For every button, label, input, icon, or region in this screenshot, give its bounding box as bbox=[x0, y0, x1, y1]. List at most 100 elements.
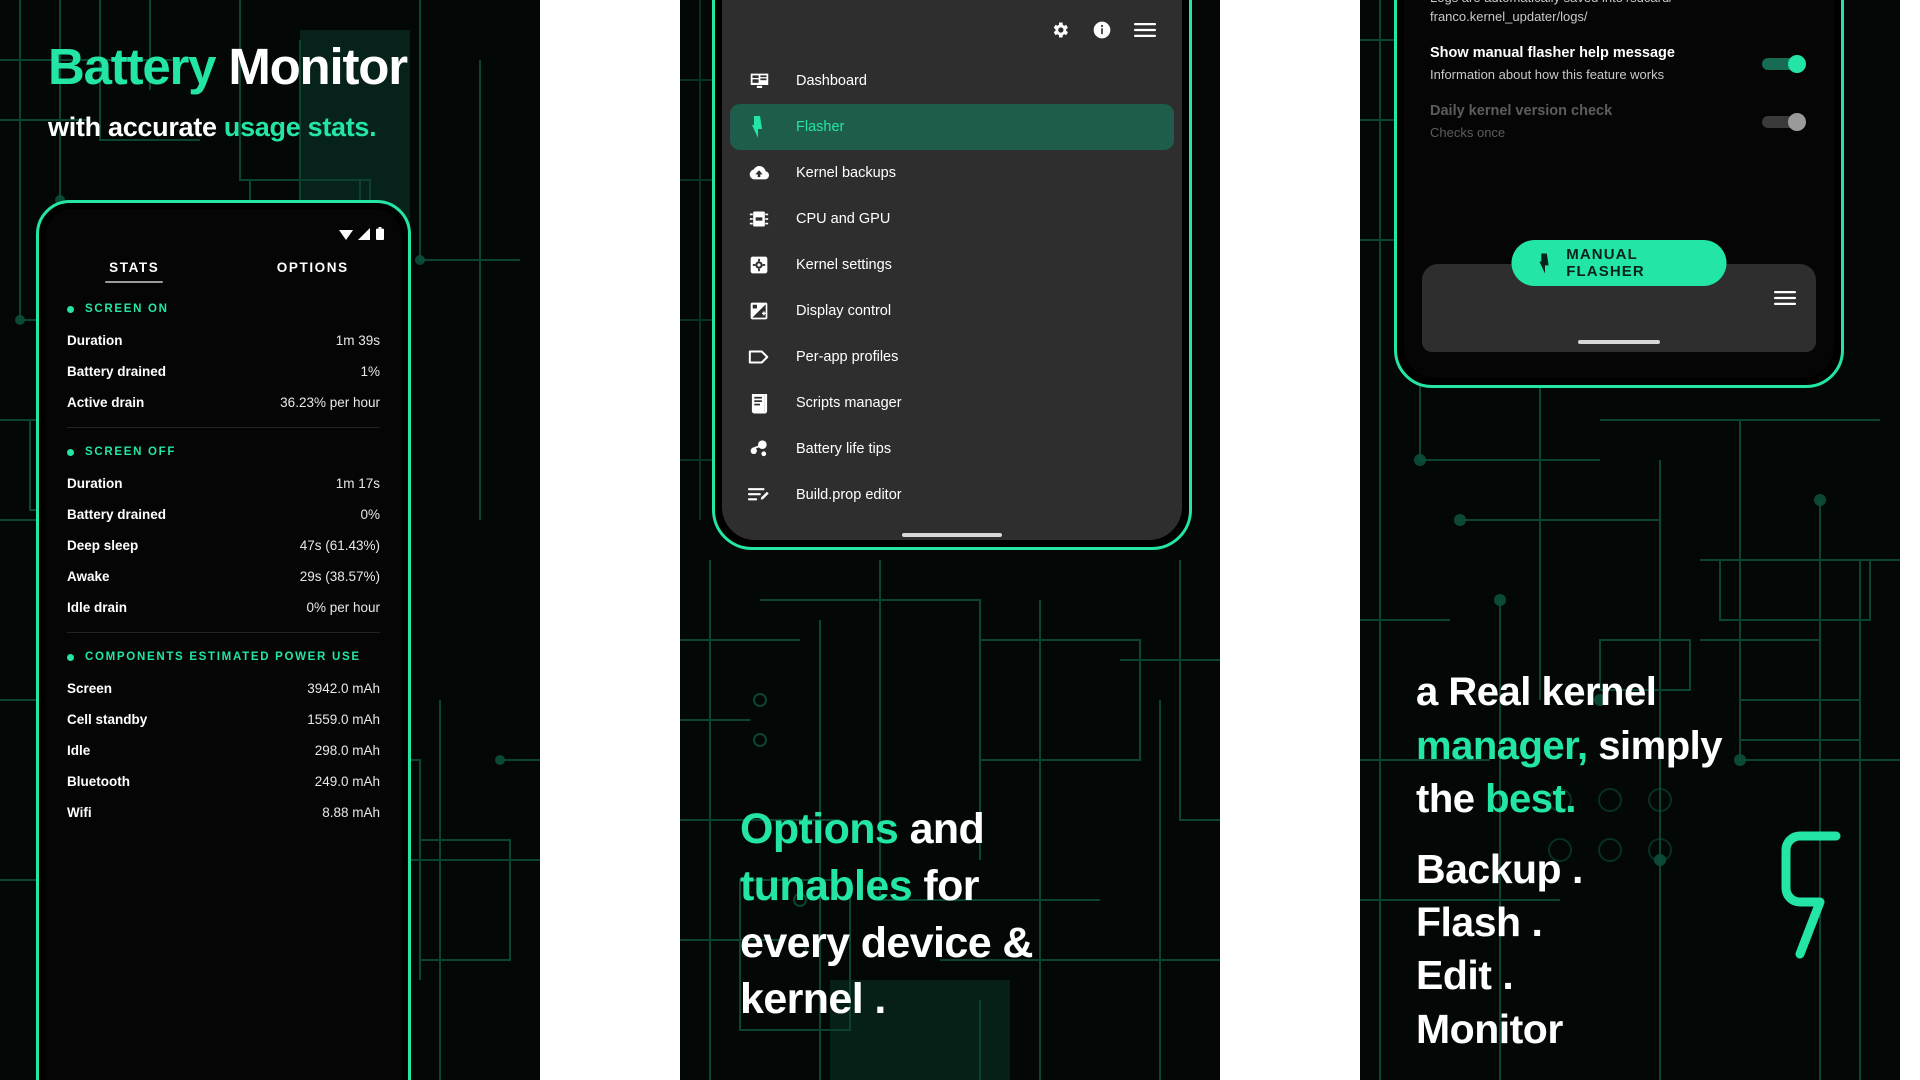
phone-screen-drawer: Dashboard Flasher Kernel backups CPU and… bbox=[722, 0, 1182, 540]
copy-line: a Real kernel bbox=[1416, 670, 1657, 715]
stat-row: Wifi 8.88 mAh bbox=[67, 797, 380, 828]
panel2-copy: Options and tunables for every device & … bbox=[740, 801, 1170, 1028]
menu-item-cpu-gpu[interactable]: CPU and GPU bbox=[730, 196, 1174, 242]
build-prop-icon bbox=[748, 484, 770, 506]
headline-accent: Battery bbox=[48, 38, 217, 95]
toggle-knob bbox=[1788, 112, 1806, 131]
drawer-menu[interactable]: Dashboard Flasher Kernel backups CPU and… bbox=[722, 54, 1182, 518]
status-bar bbox=[45, 209, 402, 244]
menu-item-label: Kernel backups bbox=[796, 165, 896, 181]
menu-item-dashboard[interactable]: Dashboard bbox=[730, 58, 1174, 104]
bullet-dot-icon bbox=[67, 653, 74, 661]
spacer-right bbox=[1220, 0, 1360, 1080]
panel-battery-monitor: Battery Monitor with accurate usage stat… bbox=[0, 0, 540, 1080]
stat-value: 29s (38.57%) bbox=[299, 569, 380, 584]
panel-options-tunables: Dashboard Flasher Kernel backups CPU and… bbox=[680, 0, 1220, 1080]
stat-value: 3942.0 mAh bbox=[307, 681, 380, 696]
stat-row: Awake 29s (38.57%) bbox=[67, 561, 380, 592]
stat-row: Battery drained 0% bbox=[67, 499, 380, 530]
stat-key: Idle bbox=[67, 743, 91, 758]
menu-item-build-prop-editor[interactable]: Build.prop editor bbox=[730, 472, 1174, 518]
tab-stats[interactable]: STATS bbox=[45, 254, 224, 285]
battery-icon bbox=[376, 227, 384, 240]
subhead-accent: usage stats. bbox=[223, 111, 377, 142]
stat-value: 1% bbox=[360, 364, 380, 379]
toggle-manual-flasher-help[interactable] bbox=[1762, 55, 1806, 74]
stat-row: Cell standby 1559.0 mAh bbox=[67, 704, 380, 735]
pref-manual-flasher-help[interactable]: Show manual flasher help message Informa… bbox=[1430, 29, 1808, 87]
home-pill-indicator[interactable] bbox=[1578, 340, 1660, 344]
stat-row: Active drain 36.23% per hour bbox=[67, 387, 380, 418]
copy-accent: manager, bbox=[1416, 723, 1588, 768]
toggle-daily-kernel-check[interactable] bbox=[1762, 112, 1806, 131]
section-title: COMPONENTS ESTIMATED POWER USE bbox=[85, 651, 361, 663]
phone-screen-flasher-settings: Download folder /storage/emulated/0/fran… bbox=[1404, 0, 1834, 378]
copy-line: tunables for bbox=[740, 858, 1170, 915]
bolt-icon bbox=[1539, 252, 1549, 274]
menu-item-label: Kernel settings bbox=[796, 257, 892, 273]
gear-icon[interactable] bbox=[1050, 20, 1070, 40]
tab-options[interactable]: OPTIONS bbox=[224, 254, 403, 285]
stat-value: 47s (61.43%) bbox=[299, 538, 380, 553]
panel1-headline: Battery Monitor with accurate usage stat… bbox=[48, 40, 488, 143]
chip-icon bbox=[748, 208, 770, 230]
menu-item-label: CPU and GPU bbox=[796, 211, 891, 227]
stat-row: Screen 3942.0 mAh bbox=[67, 673, 380, 704]
stat-row: Battery drained 1% bbox=[67, 356, 380, 387]
menu-item-label: Per-app profiles bbox=[796, 349, 899, 365]
menu-item-kernel-settings[interactable]: Kernel settings bbox=[730, 242, 1174, 288]
battery-tips-icon bbox=[748, 438, 770, 460]
stat-key: Bluetooth bbox=[67, 774, 130, 789]
stat-value: 1559.0 mAh bbox=[307, 712, 380, 727]
info-icon[interactable] bbox=[1092, 20, 1112, 40]
stat-row: Duration 1m 17s bbox=[67, 468, 380, 499]
phone-mockup-drawer: Dashboard Flasher Kernel backups CPU and… bbox=[712, 0, 1192, 550]
manual-flasher-button[interactable]: MANUAL FLASHER bbox=[1511, 240, 1727, 286]
hamburger-icon[interactable] bbox=[1134, 22, 1156, 38]
menu-item-display-control[interactable]: Display control bbox=[730, 288, 1174, 334]
stats-tabs[interactable]: STATS OPTIONS bbox=[45, 244, 402, 285]
stat-key: Duration bbox=[67, 333, 123, 348]
stat-row: Idle drain 0% per hour bbox=[67, 592, 380, 623]
menu-item-per-app-profiles[interactable]: Per-app profiles bbox=[730, 334, 1174, 380]
stat-key: Screen bbox=[67, 681, 113, 696]
copy-white: and bbox=[898, 805, 985, 853]
feature-item: Monitor bbox=[1416, 1005, 1563, 1052]
android-nav-bar bbox=[722, 518, 1182, 540]
home-pill-indicator[interactable] bbox=[902, 533, 1002, 537]
section-title: SCREEN ON bbox=[85, 303, 169, 315]
subhead-white: with accurate bbox=[48, 111, 224, 142]
menu-item-scripts-manager[interactable]: Scripts manager bbox=[730, 380, 1174, 426]
navigation-drawer: Dashboard Flasher Kernel backups CPU and… bbox=[722, 0, 1182, 540]
stat-key: Duration bbox=[67, 476, 123, 491]
copy-accent: tunables bbox=[740, 861, 913, 910]
phone-mockup-flasher-settings: Download folder /storage/emulated/0/fran… bbox=[1394, 0, 1844, 388]
headline-white: Monitor bbox=[215, 38, 408, 95]
bolt-icon bbox=[748, 116, 770, 138]
section-header-screen-off: SCREEN OFF bbox=[67, 446, 380, 458]
stat-value: 1m 17s bbox=[335, 476, 380, 491]
section-header-screen-on: SCREEN ON bbox=[67, 303, 380, 315]
pref-subtitle: Checks once bbox=[1430, 124, 1506, 140]
section-divider bbox=[67, 427, 380, 428]
stat-value: 1m 39s bbox=[335, 333, 380, 348]
pref-daily-kernel-check[interactable]: Daily kernel version check Checks once bbox=[1430, 87, 1808, 145]
copy-line: every device & bbox=[740, 918, 1033, 967]
menu-item-label: Build.prop editor bbox=[796, 487, 902, 503]
menu-item-kernel-backups[interactable]: Kernel backups bbox=[730, 150, 1174, 196]
copy-white: simply bbox=[1587, 723, 1722, 768]
menu-item-flasher[interactable]: Flasher bbox=[730, 104, 1174, 150]
hamburger-icon[interactable] bbox=[1774, 290, 1796, 311]
pref-show-logs[interactable]: Show logs when flashing Dialog with an a… bbox=[1430, 0, 1808, 29]
copy-accent: best. bbox=[1485, 777, 1576, 822]
cloud-upload-icon bbox=[748, 162, 770, 184]
phone-mockup-stats: STATS OPTIONS SCREEN ON Duration 1m 39s … bbox=[36, 200, 411, 1080]
stat-key: Active drain bbox=[67, 395, 145, 410]
drawer-toolbar bbox=[722, 0, 1182, 54]
copy-line: Options and bbox=[740, 801, 1170, 858]
stat-value: 0% bbox=[360, 507, 380, 522]
menu-item-battery-life-tips[interactable]: Battery life tips bbox=[730, 426, 1174, 472]
copy-line: the best. bbox=[1416, 773, 1846, 827]
display-control-icon bbox=[748, 300, 770, 322]
menu-item-label: Flasher bbox=[796, 119, 845, 135]
